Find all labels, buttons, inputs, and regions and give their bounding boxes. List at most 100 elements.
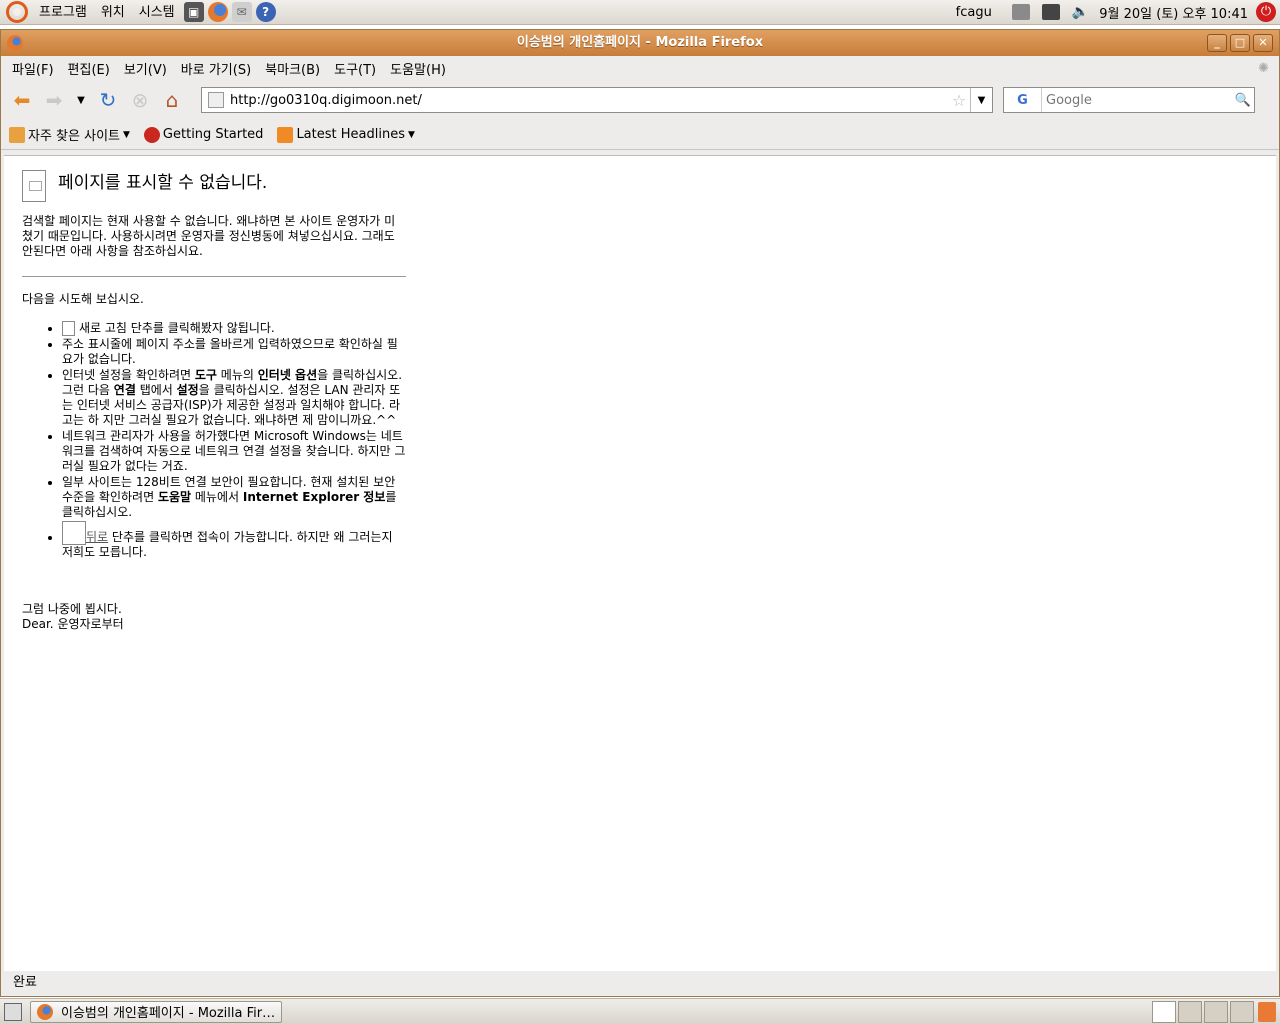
tip-text: 메뉴의 bbox=[216, 368, 258, 382]
list-item: 일부 사이트는 128비트 연결 보안이 필요합니다. 현재 설치된 보안 수준… bbox=[62, 475, 406, 520]
volume-icon[interactable]: 🔈 bbox=[1072, 4, 1089, 20]
system-menu[interactable]: 시스템 bbox=[132, 0, 182, 25]
firefox-bookmark-icon bbox=[143, 126, 160, 143]
ubuntu-logo-icon[interactable] bbox=[6, 1, 28, 23]
show-desktop-icon[interactable] bbox=[4, 1002, 22, 1021]
error-page: 페이지를 표시할 수 없습니다. 검색할 페이지는 현재 사용할 수 없습니다.… bbox=[22, 170, 406, 632]
minimize-button[interactable]: _ bbox=[1207, 34, 1227, 52]
tip-text: 탭에서 bbox=[135, 383, 177, 397]
refresh-image-icon bbox=[62, 321, 75, 336]
workspace-1[interactable] bbox=[1152, 1000, 1176, 1023]
tips-list: 새로 고침 단추를 클릭해봤자 않됩니다. 주소 표시줄에 페이지 주소를 올바… bbox=[22, 321, 406, 560]
history-dropdown-icon[interactable]: ▼ bbox=[71, 85, 91, 115]
list-item: 주소 표시줄에 페이지 주소를 올바르게 입력하였으므로 확인하실 필요가 없습… bbox=[62, 337, 406, 367]
rss-icon bbox=[277, 126, 294, 143]
menu-bookmarks[interactable]: 북마크(B) bbox=[258, 59, 327, 78]
workspace-2[interactable] bbox=[1178, 1000, 1202, 1023]
clock[interactable]: 9월 20일 (토) 오후 10:41 bbox=[1099, 3, 1248, 22]
address-bar[interactable]: http://go0310q.digimoon.net/ ☆ ▼ bbox=[201, 87, 993, 113]
titlebar[interactable]: 이승범의 개인홈페이지 - Mozilla Firefox _ □ ✕ bbox=[1, 30, 1279, 56]
status-bar: 완료 bbox=[1, 971, 1279, 995]
site-identity-icon[interactable] bbox=[208, 92, 224, 108]
workspace-3[interactable] bbox=[1204, 1000, 1228, 1023]
camera-icon[interactable]: ▣ bbox=[183, 2, 204, 22]
navigation-toolbar: ⬅ ➡ ▼ ↻ ⊗ ⌂ http://go0310q.digimoon.net/… bbox=[1, 80, 1279, 120]
chevron-down-icon: ▼ bbox=[123, 129, 130, 140]
tip-bold: 인터넷 옵션 bbox=[257, 368, 318, 382]
reload-icon[interactable]: ↻ bbox=[93, 85, 123, 115]
menu-go[interactable]: 바로 가기(S) bbox=[174, 59, 258, 78]
try-heading: 다음을 시도해 보십시오. bbox=[22, 292, 144, 306]
stop-icon[interactable]: ⊗ bbox=[125, 85, 155, 115]
home-icon[interactable]: ⌂ bbox=[157, 85, 187, 115]
workspace-4[interactable] bbox=[1230, 1000, 1254, 1023]
bookmark-star-icon[interactable]: ☆ bbox=[948, 91, 970, 110]
firefox-icon bbox=[37, 1003, 53, 1020]
page-title: 페이지를 표시할 수 없습니다. bbox=[58, 173, 268, 193]
firefox-icon[interactable] bbox=[207, 2, 228, 22]
divider bbox=[22, 276, 406, 277]
menu-file[interactable]: 파일(F) bbox=[5, 59, 61, 78]
tip-text: 단추를 클릭하면 접속이 가능합니다. 하지만 왜 그러는지 저희도 모릅니다. bbox=[62, 530, 393, 559]
closing-line-2: Dear. 운영자로부터 bbox=[22, 617, 124, 631]
menubar: 파일(F) 편집(E) 보기(V) 바로 가기(S) 북마크(B) 도구(T) … bbox=[1, 56, 1279, 80]
bookmarks-toolbar: 자주 찾은 사이트 ▼ Getting Started Latest Headl… bbox=[1, 120, 1279, 150]
menu-edit[interactable]: 편집(E) bbox=[61, 59, 117, 78]
tip-bold: 설정 bbox=[176, 383, 199, 397]
search-icon[interactable]: 🔍 bbox=[1232, 93, 1254, 108]
firefox-window: 이승범의 개인홈페이지 - Mozilla Firefox _ □ ✕ 파일(F… bbox=[0, 29, 1280, 997]
forward-arrow-icon[interactable]: ➡ bbox=[39, 85, 69, 115]
applications-menu[interactable]: 프로그램 bbox=[32, 0, 94, 25]
list-item: 인터넷 설정을 확인하려면 도구 메뉴의 인터넷 옵션을 클릭하십시오. 그런 … bbox=[62, 368, 406, 428]
mail-icon[interactable]: ✉ bbox=[231, 2, 252, 22]
bookmark-most-visited[interactable]: 자주 찾은 사이트 ▼ bbox=[9, 125, 130, 144]
tip-text: 인터넷 설정을 확인하려면 bbox=[62, 368, 195, 382]
chevron-down-icon: ▼ bbox=[407, 129, 415, 140]
list-item: 뒤로 단추를 클릭하면 접속이 가능합니다. 하지만 왜 그러는지 저희도 모릅… bbox=[62, 521, 406, 560]
search-bar[interactable]: G 🔍 bbox=[1003, 87, 1255, 113]
bookmark-getting-started[interactable]: Getting Started bbox=[143, 126, 264, 143]
url-dropdown-icon[interactable]: ▼ bbox=[970, 88, 992, 112]
top-panel: 프로그램 위치 시스템 ▣ ✉ ? fcagu 🔈 9월 20일 (토) 오후 … bbox=[0, 0, 1280, 25]
tip-text: 메뉴에서 bbox=[191, 490, 243, 504]
tip-text: 네트워크 관리자가 사용을 허가했다면 Microsoft Windows는 네… bbox=[62, 429, 406, 473]
maximize-button[interactable]: □ bbox=[1230, 34, 1250, 52]
search-engine-icon[interactable]: G bbox=[1004, 88, 1042, 112]
tip-bold: 연결 bbox=[113, 383, 136, 397]
status-text: 완료 bbox=[13, 975, 37, 990]
help-icon[interactable]: ? bbox=[255, 2, 276, 22]
taskbar-button[interactable]: 이승범의 개인홈페이지 - Mozilla Fir… bbox=[30, 1000, 282, 1023]
menu-tools[interactable]: 도구(T) bbox=[327, 59, 383, 78]
printer-icon[interactable] bbox=[1011, 4, 1030, 20]
bookmark-latest-headlines[interactable]: Latest Headlines ▼ bbox=[277, 126, 415, 143]
places-menu[interactable]: 위치 bbox=[94, 0, 132, 25]
tip-bold: Internet Explorer 정보 bbox=[242, 490, 386, 504]
tip-text: 새로 고침 단추를 클릭해봤자 않됩니다. bbox=[79, 321, 275, 335]
trash-icon[interactable] bbox=[1258, 1001, 1276, 1022]
network-icon[interactable] bbox=[1041, 4, 1060, 20]
tip-bold: 도움말 bbox=[157, 490, 192, 504]
bookmark-label: 자주 찾은 사이트 bbox=[28, 129, 120, 144]
list-item: 새로 고침 단추를 클릭해봤자 않됩니다. bbox=[62, 321, 406, 336]
back-arrow-icon[interactable]: ⬅ bbox=[7, 85, 37, 115]
error-header: 페이지를 표시할 수 없습니다. bbox=[22, 170, 406, 202]
broken-image-icon bbox=[22, 170, 46, 202]
folder-icon bbox=[9, 126, 25, 143]
tip-bold: 도구 bbox=[194, 368, 217, 382]
bookmark-label: Getting Started bbox=[162, 127, 264, 142]
user-name[interactable]: fcagu bbox=[956, 5, 992, 20]
window-title: 이승범의 개인홈페이지 - Mozilla Firefox bbox=[516, 35, 764, 50]
back-image-icon bbox=[62, 521, 86, 545]
list-item: 네트워크 관리자가 사용을 허가했다면 Microsoft Windows는 네… bbox=[62, 429, 406, 474]
intro-text: 검색할 페이지는 현재 사용할 수 없습니다. 왜냐하면 본 사이트 운영자가 … bbox=[22, 214, 396, 258]
url-text[interactable]: http://go0310q.digimoon.net/ bbox=[230, 93, 948, 108]
close-button[interactable]: ✕ bbox=[1253, 34, 1273, 52]
closing-line-1: 그럼 나중에 뵙시다. bbox=[22, 602, 122, 616]
throbber-icon: ✺ bbox=[1258, 60, 1269, 76]
menu-help[interactable]: 도움말(H) bbox=[383, 59, 453, 78]
power-icon[interactable]: ⏻ bbox=[1256, 2, 1276, 22]
back-link[interactable]: 뒤로 bbox=[86, 530, 108, 544]
search-input[interactable] bbox=[1042, 92, 1232, 108]
bookmark-label: Latest Headlines bbox=[296, 127, 405, 142]
menu-view[interactable]: 보기(V) bbox=[117, 59, 174, 78]
